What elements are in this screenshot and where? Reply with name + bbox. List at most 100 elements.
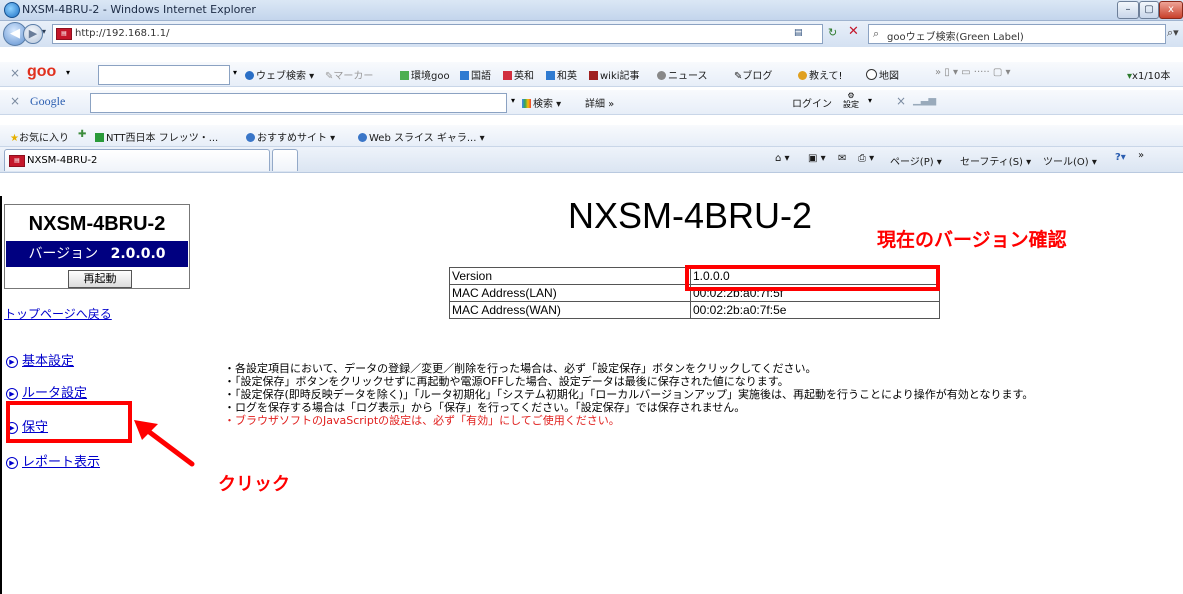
stop-icon[interactable]: ✕ xyxy=(848,24,859,39)
favorites-item-ntt[interactable]: NTT西日本 フレッツ・... xyxy=(95,129,218,144)
goo-extra-tools-icon[interactable]: » ▯ ▾ ▭ ····· ▢ ▾ xyxy=(935,67,1011,78)
google-login-button[interactable]: ログイン xyxy=(792,95,832,110)
add-favorite-icon[interactable]: ✚ xyxy=(78,129,86,140)
goo-item-waei[interactable]: 和英 xyxy=(546,67,577,82)
print-icon[interactable]: ⎙ ▾ xyxy=(858,153,874,164)
goo-item-map[interactable]: 地図 xyxy=(866,67,899,82)
sidebar-version-band: バージョン 2.0.0.0 xyxy=(6,241,188,267)
address-text: http://192.168.1.1/ xyxy=(75,28,170,39)
history-dropdown-icon[interactable]: ▾ xyxy=(42,27,46,36)
goo-menu-icon[interactable]: ▾ xyxy=(66,68,70,77)
tools-menu[interactable]: ツール(O) ▾ xyxy=(1043,153,1097,168)
goo-counter[interactable]: ▾x1/10本 xyxy=(1127,67,1170,82)
home-icon[interactable]: ⌂ ▾ xyxy=(775,153,790,164)
google-search-button[interactable]: 検索 ▾ xyxy=(522,95,561,110)
click-annotation: クリック xyxy=(218,474,290,495)
info-value: 00:02:2b:a0:7f:5e xyxy=(690,301,940,319)
note-line: ・「設定保存」ボタンをクリックせずに再起動や電源OFFした場合、設定データは最後… xyxy=(224,375,789,388)
notes-block: ・各設定項目において、データの登録／変更／削除を行った場合は、必ず「設定保存」ボ… xyxy=(224,362,1033,427)
close-window-button[interactable]: x xyxy=(1159,1,1183,19)
top-page-link[interactable]: トップページへ戻る xyxy=(4,305,112,322)
refresh-icon[interactable]: ↻ xyxy=(828,26,837,39)
note-line: ・ログを保存する場合は「ログ表示」から「保存」を行ってください。「設定保存」では… xyxy=(224,401,746,414)
google-dropdown-icon[interactable]: ▾ xyxy=(511,96,515,105)
page-menu[interactable]: ページ(P) ▾ xyxy=(890,153,942,168)
google-detail-button[interactable]: 詳細 » xyxy=(585,95,614,110)
info-key: Version xyxy=(449,267,691,285)
window-title: NXSM-4BRU-2 - Windows Internet Explorer xyxy=(22,3,256,16)
favorites-button[interactable]: ★お気に入り xyxy=(10,129,69,144)
forward-arrow-icon[interactable]: ▶ xyxy=(23,24,43,44)
favorites-item-recommended[interactable]: おすすめサイト ▾ xyxy=(246,129,335,144)
goo-item-news[interactable]: ニュース xyxy=(657,67,708,82)
minimize-button[interactable]: – xyxy=(1117,1,1139,19)
goo-search-dropdown-icon[interactable]: ▾ xyxy=(233,68,237,77)
google-search-input[interactable] xyxy=(90,93,507,113)
arrow-bullet-icon: ▶ xyxy=(6,356,18,368)
favorites-bar: ★お気に入り ✚ NTT西日本 フレッツ・... おすすめサイト ▾ Web ス… xyxy=(0,124,1183,147)
version-value: 2.0.0.0 xyxy=(110,246,166,262)
google-logo: Google xyxy=(30,94,66,108)
goo-marker-button[interactable]: ✎マーカー xyxy=(325,67,373,82)
close-toolbar-icon[interactable]: × xyxy=(10,94,20,108)
compat-view-icon[interactable]: ▤ xyxy=(794,28,803,38)
sidebar-header-box: NXSM-4BRU-2 バージョン 2.0.0.0 再起動 xyxy=(4,204,190,289)
address-bar-row: ◀ ▶ ▾ ▤ http://192.168.1.1/ ▤ ↻ ✕ ⌕ gooウ… xyxy=(0,21,1183,47)
search-go-icon[interactable]: ⌕▾ xyxy=(1167,26,1179,40)
google-settings-button[interactable]: ⚙ 設定 xyxy=(843,91,859,109)
red-arrow-icon xyxy=(134,420,195,467)
sidebar-device-name: NXSM-4BRU-2 xyxy=(28,213,166,235)
search-input[interactable]: ⌕ gooウェブ検索(Green Label) xyxy=(868,24,1166,44)
reboot-button[interactable]: 再起動 xyxy=(68,270,132,288)
note-line: ・「設定保存(即時反映データを除く)」「ルータ初期化」「システム初期化」「ローカ… xyxy=(224,388,1034,401)
window-title-bar: NXSM-4BRU-2 - Windows Internet Explorer … xyxy=(0,0,1183,21)
maintenance-highlight-box xyxy=(6,401,132,443)
wrench-icon: ⚙ xyxy=(847,91,855,100)
arrow-bullet-icon: ▶ xyxy=(6,457,18,469)
google-toolbar: × Google ▾ 検索 ▾ 詳細 » ログイン ⚙ 設定 ▾ × ▁▃▅ xyxy=(0,89,1183,115)
site-favicon-icon: ▤ xyxy=(56,28,72,40)
goo-item-oshiete[interactable]: 教えて! xyxy=(798,67,843,82)
google-close-icon[interactable]: × xyxy=(896,94,906,108)
goo-item-kokugo[interactable]: 国語 xyxy=(460,67,491,82)
mail-icon[interactable]: ✉ xyxy=(838,153,846,164)
goo-logo: goo xyxy=(27,63,57,80)
maximize-button[interactable]: ▢ xyxy=(1139,1,1159,19)
version-highlight-box xyxy=(685,265,940,291)
signal-bars-icon: ▁▃▅ xyxy=(913,95,937,106)
address-field[interactable]: ▤ http://192.168.1.1/ ▤ xyxy=(52,24,823,44)
more-tools-icon[interactable]: » xyxy=(1138,150,1144,161)
javascript-warning: ・ブラウザソフトのJavaScriptの設定は、必ず「有効」にしてご使用ください… xyxy=(224,414,620,427)
tab-favicon-icon: ▤ xyxy=(9,155,25,167)
note-line: ・各設定項目において、データの登録／変更／削除を行った場合は、必ず「設定保存」ボ… xyxy=(224,362,817,375)
goo-toolbar: × goo ▾ ▾ ウェブ検索 ▾ ✎マーカー 環境goo 国語 英和 和英 w… xyxy=(0,61,1183,87)
help-icon[interactable]: ?▾ xyxy=(1115,152,1126,163)
info-key: MAC Address(LAN) xyxy=(449,284,691,302)
page-title: NXSM-4BRU-2 xyxy=(567,195,813,236)
ie-logo-icon xyxy=(4,2,20,18)
feeds-icon[interactable]: ▣ ▾ xyxy=(808,153,826,164)
goo-web-search-button[interactable]: ウェブ検索 ▾ xyxy=(245,67,314,82)
search-icon: ⌕ xyxy=(873,27,880,40)
sidebar-item-basic-settings[interactable]: ▶ 基本設定 xyxy=(6,350,74,369)
arrow-bullet-icon: ▶ xyxy=(6,388,18,400)
tab-current[interactable]: ▤ NXSM-4BRU-2 xyxy=(4,149,270,171)
settings-dropdown-icon[interactable]: ▾ xyxy=(868,96,872,105)
goo-search-input[interactable] xyxy=(98,65,230,85)
goo-item-eco[interactable]: 環境goo xyxy=(400,67,450,82)
sidebar-item-router-settings[interactable]: ▶ ルータ設定 xyxy=(6,382,87,401)
tab-bar: ▤ NXSM-4BRU-2 ⌂ ▾ ▣ ▾ ✉ ⎙ ▾ ページ(P) ▾ セーフ… xyxy=(0,147,1183,173)
goo-item-eiwa[interactable]: 英和 xyxy=(503,67,534,82)
info-key: MAC Address(WAN) xyxy=(449,301,691,319)
safety-menu[interactable]: セーフティ(S) ▾ xyxy=(960,153,1031,168)
table-row: MAC Address(WAN) 00:02:2b:a0:7f:5e xyxy=(449,301,940,319)
sidebar-item-report[interactable]: ▶ レポート表示 xyxy=(6,451,100,470)
goo-item-wiki[interactable]: wiki記事 xyxy=(589,67,640,82)
version-label: バージョン xyxy=(28,246,99,262)
close-toolbar-icon[interactable]: × xyxy=(10,66,20,80)
search-placeholder: gooウェブ検索(Green Label) xyxy=(887,32,1024,43)
page-left-border xyxy=(0,196,2,594)
new-tab-button[interactable] xyxy=(272,149,298,171)
favorites-item-webslice[interactable]: Web スライス ギャラ... ▾ xyxy=(358,129,485,144)
goo-item-blog[interactable]: ✎ブログ xyxy=(734,67,772,82)
